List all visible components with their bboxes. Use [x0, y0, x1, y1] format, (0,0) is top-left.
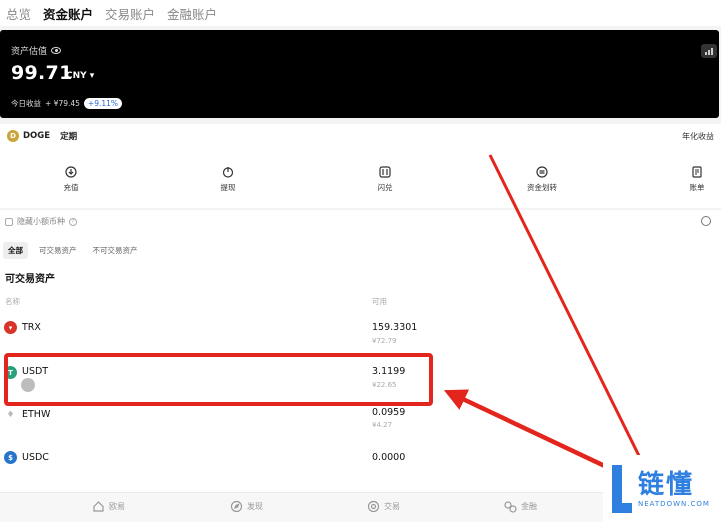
nav-finance[interactable]: 金融 — [504, 500, 537, 513]
eye-icon[interactable] — [51, 47, 62, 54]
account-tabs: 总览 资金账户 交易账户 金融账户 — [0, 0, 721, 26]
asset-cny-value: ¥4.27 — [372, 421, 393, 429]
tab-trading-account[interactable]: 交易账户 — [105, 4, 155, 23]
nav-home[interactable]: 欧易 — [92, 500, 125, 513]
watermark-text: 链懂 — [638, 469, 695, 500]
tab-overview[interactable]: 总览 — [6, 4, 31, 23]
transfer-button[interactable]: 资金划转 — [522, 166, 562, 193]
filter-tradable[interactable]: 可交易资产 — [34, 242, 82, 259]
hide-small-balances-toggle[interactable]: 隐藏小额币种 ? — [5, 216, 77, 227]
nav-discover[interactable]: 发现 — [230, 500, 263, 513]
bill-icon — [692, 166, 702, 178]
ethw-coin-icon: ♦ — [4, 408, 17, 421]
watermark-logo-icon — [609, 463, 633, 515]
asset-valuation-label-row: 资产估值 — [11, 44, 62, 57]
bill-button[interactable]: 账单 — [677, 166, 717, 193]
asset-valuation-label: 资产估值 — [11, 47, 48, 57]
quick-actions: 充值 提现 闪兑 资金划转 账单 — [0, 148, 721, 208]
doge-earn-banner[interactable]: D DOGE 定期 年化收益 — [0, 124, 721, 148]
doge-tag: 定期 — [60, 132, 78, 142]
bill-label: 账单 — [689, 183, 705, 192]
nav-discover-label: 发现 — [247, 502, 263, 511]
watermark-domain: NEATDOWN.COM — [638, 499, 710, 508]
swap-label: 闪兑 — [377, 183, 393, 192]
home-icon — [93, 501, 104, 512]
settings-icon[interactable] — [701, 216, 711, 226]
today-income-label: 今日收益 — [11, 99, 41, 108]
nav-finance-label: 金融 — [521, 502, 537, 511]
usdc-coin-icon: $ — [4, 451, 17, 464]
tab-finance-account[interactable]: 金融账户 — [167, 4, 217, 23]
doge-name: DOGE — [23, 131, 51, 141]
deposit-icon — [65, 166, 77, 178]
asset-name: USDC — [22, 452, 49, 463]
info-icon[interactable]: ? — [69, 217, 77, 226]
asset-name: ETHW — [22, 409, 51, 420]
chart-icon[interactable] — [701, 44, 717, 58]
column-header-available: 可用 — [372, 297, 387, 306]
transfer-label: 资金划转 — [527, 183, 557, 192]
discover-icon — [230, 500, 243, 513]
nav-trade[interactable]: 交易 — [367, 500, 400, 513]
filter-non-tradable[interactable]: 不可交易资产 — [88, 242, 143, 259]
withdraw-button[interactable]: 提现 — [208, 166, 248, 193]
transfer-icon — [536, 166, 548, 178]
asset-row-ethw[interactable]: ♦ ETHW 0.0959 ¥4.27 — [0, 407, 721, 447]
today-income-pct-badge: +9.11% — [83, 98, 123, 109]
asset-name: TRX — [22, 322, 41, 333]
nav-home-label: 欧易 — [109, 502, 125, 511]
asset-list-panel: 隐藏小额币种 ? 全部 可交易资产 不可交易资产 可交易资产 名称 可用 ▾ T… — [0, 210, 721, 492]
trx-coin-icon: ▾ — [4, 321, 17, 334]
site-watermark: 链懂 NEATDOWN.COM — [603, 455, 721, 522]
column-header-name: 名称 — [5, 297, 20, 306]
deposit-button[interactable]: 充值 — [51, 166, 91, 193]
swap-icon — [379, 166, 391, 178]
asset-valuation-card: 资产估值 99.71 CNY ▾ 今日收益 + ¥79.45 +9.11% — [0, 30, 719, 118]
hide-small-label: 隐藏小额币种 — [17, 217, 65, 226]
asset-amount: 0.0000 — [372, 452, 406, 463]
asset-amount: 159.3301 — [372, 322, 418, 333]
swap-button[interactable]: 闪兑 — [365, 166, 405, 193]
asset-amount: 0.0959 — [372, 407, 406, 418]
trade-icon — [367, 500, 380, 513]
today-income-value: + ¥79.45 — [45, 99, 80, 108]
doge-coin-icon: D — [7, 130, 19, 142]
filter-all[interactable]: 全部 — [3, 242, 28, 259]
asset-filter-chips: 全部 可交易资产 不可交易资产 — [3, 242, 143, 259]
tab-funding-account[interactable]: 资金账户 — [43, 4, 93, 23]
withdraw-label: 提现 — [220, 183, 236, 192]
usdt-highlight-box — [4, 353, 433, 406]
doge-apy-label: 年化收益 — [682, 131, 714, 141]
hide-small-checkbox[interactable] — [5, 217, 13, 226]
asset-cny-value: ¥72.79 — [372, 337, 397, 345]
nav-trade-label: 交易 — [384, 502, 400, 511]
currency-selector[interactable]: CNY ▾ — [66, 71, 94, 81]
section-title: 可交易资产 — [5, 274, 55, 285]
today-income-row: 今日收益 + ¥79.45 +9.11% — [11, 98, 123, 109]
withdraw-icon — [222, 167, 234, 178]
deposit-label: 充值 — [63, 183, 79, 192]
finance-icon — [504, 501, 517, 513]
asset-valuation-value: 99.71 — [11, 62, 73, 84]
